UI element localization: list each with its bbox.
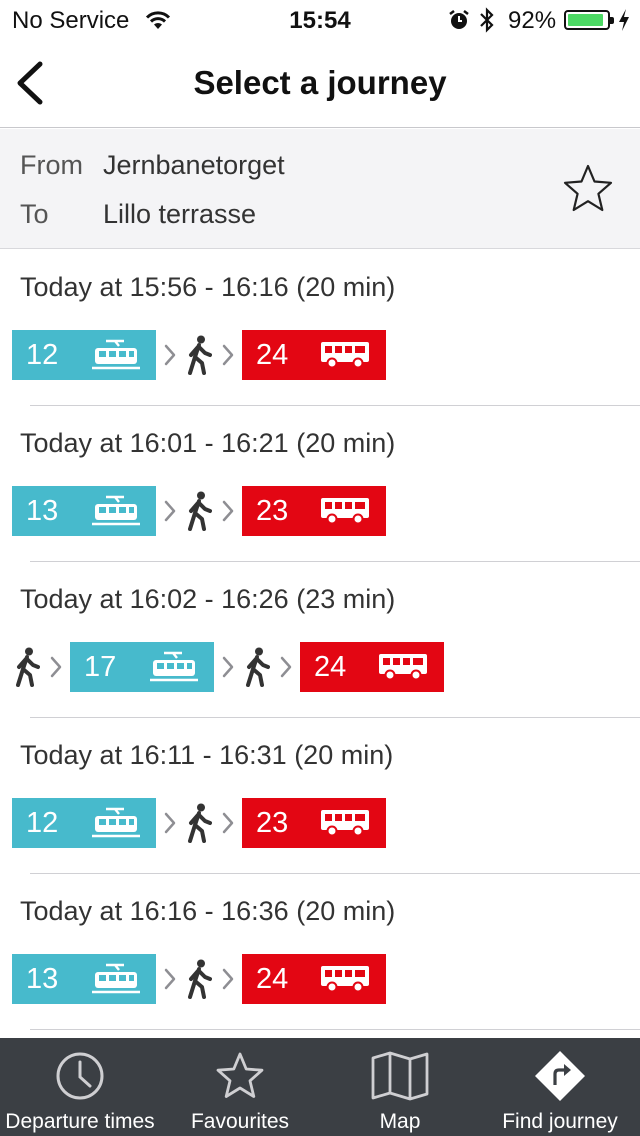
- tab-bar: Departure times Favourites Map Find journey: [0, 1038, 640, 1136]
- from-value: Jernbanetorget: [103, 150, 285, 180]
- chevron-right-icon: [156, 798, 184, 848]
- journey-legs: 13 24: [12, 954, 386, 1004]
- alarm-icon: [448, 9, 470, 36]
- walk-icon: [184, 486, 214, 536]
- tram-icon: [92, 339, 140, 371]
- bus-line-badge: 23: [242, 486, 386, 536]
- bus-line-badge: 24: [242, 954, 386, 1004]
- chevron-right-icon: [214, 954, 242, 1004]
- bus-icon: [320, 808, 370, 838]
- journey-legs: 12 23: [12, 798, 386, 848]
- tram-line-badge: 13: [12, 486, 156, 536]
- bus-line-badge: 24: [300, 642, 444, 692]
- tab-map[interactable]: Map: [320, 1038, 480, 1136]
- bus-line-badge: 24: [242, 330, 386, 380]
- journey-row[interactable]: Today at 16:16 - 16:36 (20 min) 13 24: [0, 874, 640, 1030]
- to-value: Lillo terrasse: [103, 199, 257, 229]
- tram-line-badge: 17: [70, 642, 214, 692]
- tram-icon: [92, 807, 140, 839]
- line-number: 24: [314, 650, 347, 683]
- journey-row[interactable]: Today at 16:01 - 16:21 (20 min) 13 23: [0, 406, 640, 562]
- tram-line-badge: 12: [12, 798, 156, 848]
- line-number: 23: [256, 806, 289, 839]
- journey-time: Today at 16:16 - 16:36 (20 min): [20, 896, 396, 926]
- journey-row[interactable]: Today at 16:02 - 16:26 (23 min) 17 24: [0, 562, 640, 718]
- page-title: Select a journey: [193, 64, 447, 101]
- walk-icon: [184, 954, 214, 1004]
- tram-line-badge: 12: [12, 330, 156, 380]
- bus-icon: [320, 496, 370, 526]
- battery-icon: [564, 10, 614, 30]
- line-number: 17: [84, 650, 117, 683]
- star-icon: [160, 1050, 320, 1102]
- tram-line-badge: 13: [12, 954, 156, 1004]
- bus-icon: [320, 964, 370, 994]
- tab-favourites[interactable]: Favourites: [160, 1038, 320, 1136]
- star-outline-icon: [563, 164, 613, 212]
- bus-line-badge: 23: [242, 798, 386, 848]
- tab-label: Find journey: [502, 1110, 618, 1133]
- tram-icon: [150, 651, 198, 683]
- charging-bolt-icon: [617, 8, 631, 37]
- journey-row[interactable]: Today at 15:56 - 16:16 (20 min) 12 24: [0, 250, 640, 406]
- journey-legs: 12 24: [12, 330, 386, 380]
- journey-list[interactable]: Today at 15:56 - 16:16 (20 min) 12 24 Today…: [0, 250, 640, 1038]
- tab-label: Favourites: [190, 1110, 290, 1133]
- bluetooth-icon: [478, 7, 496, 38]
- status-bar: No Service 15:54 92%: [0, 0, 640, 40]
- tram-icon: [92, 495, 140, 527]
- journey-time: Today at 16:02 - 16:26 (23 min): [20, 584, 396, 614]
- tram-icon: [92, 963, 140, 995]
- line-number: 23: [256, 494, 289, 527]
- tab-departure-times[interactable]: Departure times: [0, 1038, 160, 1136]
- line-number: 24: [256, 338, 289, 371]
- walk-icon: [12, 642, 42, 692]
- journey-time: Today at 15:56 - 16:16 (20 min): [20, 272, 396, 302]
- journey-time: Today at 16:01 - 16:21 (20 min): [20, 428, 396, 458]
- chevron-right-icon: [214, 798, 242, 848]
- chevron-right-icon: [272, 642, 300, 692]
- map-icon: [320, 1050, 480, 1102]
- chevron-right-icon: [214, 486, 242, 536]
- chevron-right-icon: [214, 642, 242, 692]
- from-label: From: [20, 150, 83, 180]
- walk-icon: [184, 330, 214, 380]
- journey-time: Today at 16:11 - 16:31 (20 min): [20, 740, 394, 770]
- route-summary: From Jernbanetorget To Lillo terrasse: [0, 129, 640, 249]
- favourite-button[interactable]: [562, 163, 614, 215]
- line-number: 12: [26, 338, 59, 371]
- navigation-bar: Select a journey: [0, 40, 640, 128]
- tab-find-journey[interactable]: Find journey: [480, 1038, 640, 1136]
- bus-icon: [378, 652, 428, 682]
- tab-label: Departure times: [5, 1110, 155, 1133]
- clock-icon: [0, 1050, 160, 1102]
- line-number: 12: [26, 806, 59, 839]
- to-label: To: [20, 199, 49, 229]
- line-number: 24: [256, 962, 289, 995]
- directions-icon: [480, 1050, 640, 1102]
- chevron-right-icon: [156, 330, 184, 380]
- row-divider: [30, 1029, 640, 1030]
- chevron-right-icon: [156, 486, 184, 536]
- bus-icon: [320, 340, 370, 370]
- walk-icon: [184, 798, 214, 848]
- chevron-right-icon: [42, 642, 70, 692]
- chevron-right-icon: [156, 954, 184, 1004]
- battery-percent: 92%: [508, 7, 557, 34]
- line-number: 13: [26, 962, 59, 995]
- journey-legs: 17 24: [12, 642, 444, 692]
- journey-legs: 13 23: [12, 486, 386, 536]
- tab-label: Map: [379, 1110, 421, 1133]
- journey-row[interactable]: Today at 16:11 - 16:31 (20 min) 12 23: [0, 718, 640, 874]
- walk-icon: [242, 642, 272, 692]
- line-number: 13: [26, 494, 59, 527]
- chevron-right-icon: [214, 330, 242, 380]
